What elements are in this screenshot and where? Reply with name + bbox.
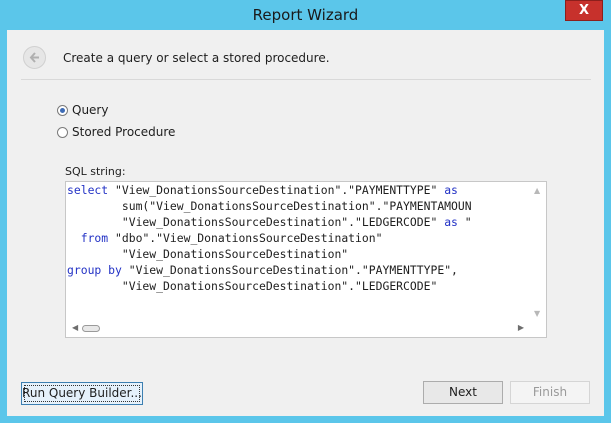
- stored-procedure-radio-label: Stored Procedure: [72, 125, 176, 139]
- sql-text[interactable]: select "View_DonationsSourceDestination"…: [67, 182, 472, 294]
- query-radio[interactable]: [57, 104, 68, 116]
- sql-keyword: group by: [67, 263, 122, 277]
- title-bar: Report Wizard X: [0, 0, 611, 30]
- vertical-scrollbar[interactable]: ▲ ▼: [529, 182, 546, 320]
- close-icon: X: [578, 3, 590, 18]
- scroll-down-icon[interactable]: ▼: [534, 309, 540, 318]
- sql-line: select "View_DonationsSourceDestination"…: [67, 183, 458, 197]
- sql-string-editor[interactable]: select "View_DonationsSourceDestination"…: [65, 181, 547, 338]
- instruction-text: Create a query or select a stored proced…: [63, 51, 330, 65]
- close-button[interactable]: X: [565, 0, 603, 21]
- sql-string-label: SQL string:: [65, 165, 126, 178]
- sql-line: "View_DonationsSourceDestination": [67, 247, 349, 261]
- sql-keyword: as: [444, 215, 458, 229]
- horizontal-scrollbar[interactable]: ◀ ▶: [66, 320, 546, 337]
- stored-procedure-option[interactable]: Stored Procedure: [57, 124, 175, 140]
- sql-line: group by "View_DonationsSourceDestinatio…: [67, 263, 458, 277]
- sql-keyword: from: [67, 231, 109, 245]
- scroll-up-icon[interactable]: ▲: [534, 186, 540, 195]
- sql-line: "View_DonationsSourceDestination"."LEDGE…: [67, 215, 472, 229]
- finish-button[interactable]: Finish: [510, 381, 590, 404]
- sql-keyword: select: [67, 183, 109, 197]
- sql-line: "View_DonationsSourceDestination"."LEDGE…: [67, 279, 438, 293]
- sql-keyword: as: [444, 183, 458, 197]
- sql-line: sum("View_DonationsSourceDestination"."P…: [67, 199, 472, 213]
- query-option[interactable]: Query: [57, 102, 108, 118]
- scroll-thumb[interactable]: [82, 325, 100, 332]
- window-title: Report Wizard: [252, 6, 359, 24]
- query-radio-label: Query: [72, 103, 109, 117]
- scroll-right-icon[interactable]: ▶: [518, 323, 524, 332]
- stored-procedure-radio[interactable]: [57, 126, 68, 138]
- wizard-header: Create a query or select a stored proced…: [7, 30, 604, 80]
- back-button[interactable]: [23, 46, 46, 69]
- next-button[interactable]: Next: [423, 381, 503, 404]
- scroll-left-icon[interactable]: ◀: [72, 323, 78, 332]
- run-query-builder-button[interactable]: Run Query Builder...: [21, 382, 143, 405]
- wizard-body: Create a query or select a stored proced…: [7, 30, 604, 416]
- header-divider: [21, 79, 591, 80]
- back-arrow-icon: [29, 52, 39, 63]
- sql-line: from "dbo"."View_DonationsSourceDestinat…: [67, 231, 383, 245]
